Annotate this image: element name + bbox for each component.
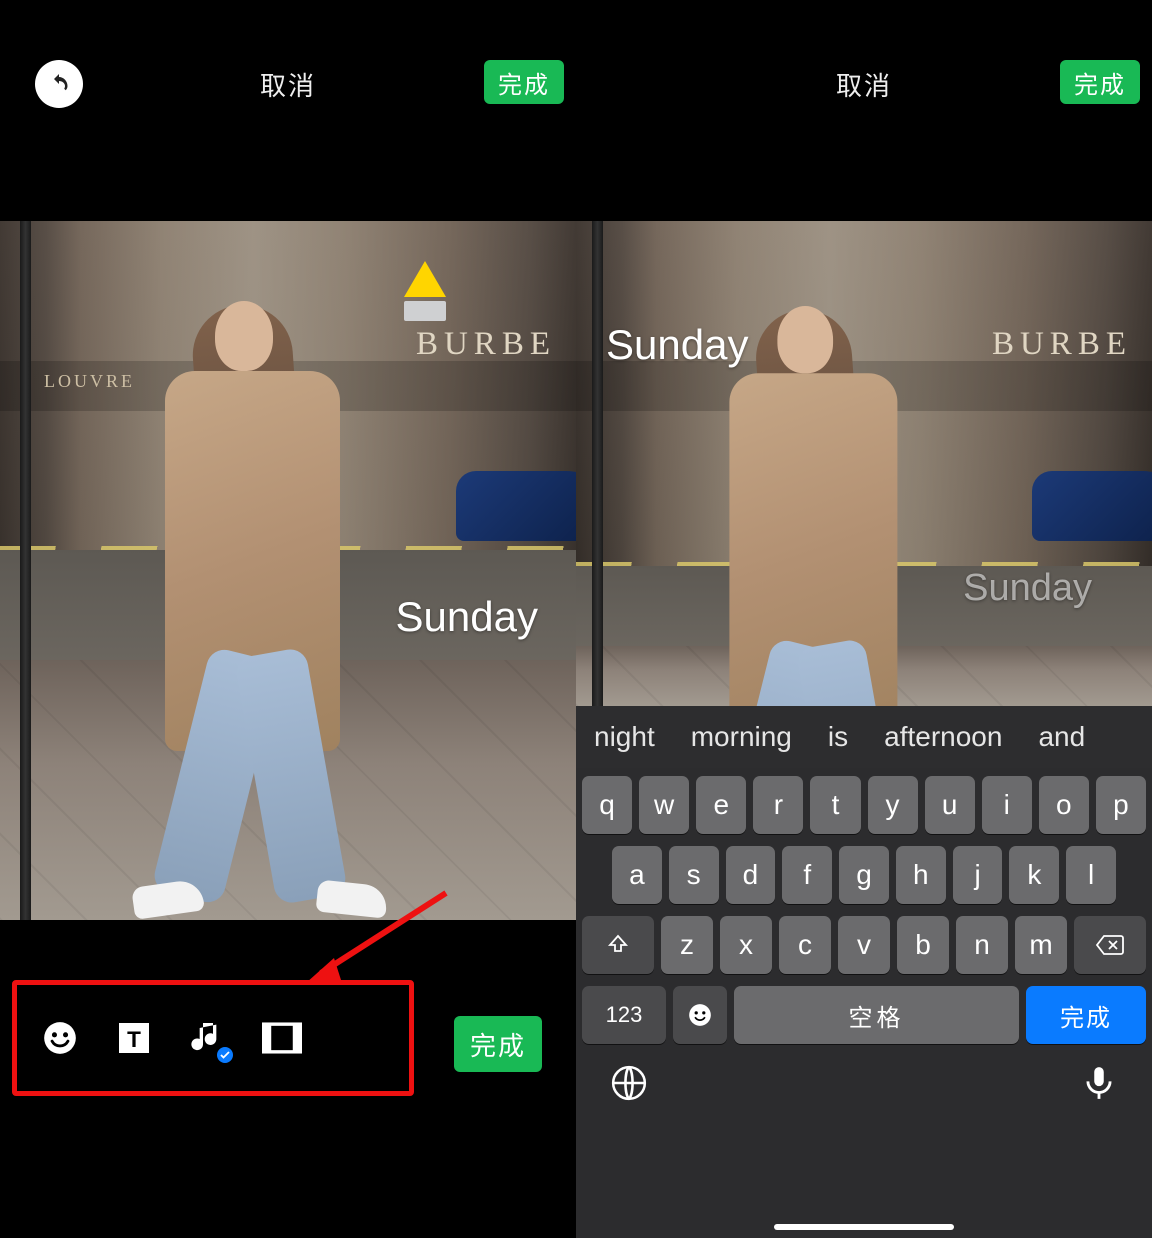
car (456, 471, 576, 541)
key-v[interactable]: v (838, 916, 890, 974)
key-q[interactable]: q (582, 776, 632, 834)
overlay-text-top[interactable]: Sunday (606, 321, 748, 369)
car (1032, 471, 1152, 541)
keyboard-done-key[interactable]: 完成 (1026, 986, 1146, 1044)
key-c[interactable]: c (779, 916, 831, 974)
home-indicator[interactable] (774, 1224, 954, 1230)
backspace-key[interactable] (1074, 916, 1146, 974)
suggestion[interactable]: morning (691, 721, 792, 753)
key-y[interactable]: y (868, 776, 918, 834)
emoji-icon (687, 1002, 713, 1028)
key-d[interactable]: d (726, 846, 776, 904)
annotation-arrow (296, 888, 456, 988)
key-o[interactable]: o (1039, 776, 1089, 834)
key-t[interactable]: t (810, 776, 860, 834)
key-l[interactable]: l (1066, 846, 1116, 904)
key-f[interactable]: f (782, 846, 832, 904)
photo-preview[interactable]: BURBE LOUVRE Sunday (0, 221, 576, 920)
crop-tool[interactable] (261, 1017, 303, 1059)
undo-icon (47, 72, 71, 96)
kb-footer (582, 1056, 1146, 1107)
key-u[interactable]: u (925, 776, 975, 834)
globe-key[interactable] (610, 1064, 648, 1107)
photo-preview[interactable]: BURBE Sunday Sunday T (576, 221, 1152, 706)
mic-key[interactable] (1080, 1064, 1118, 1107)
mic-icon (1080, 1064, 1118, 1102)
suggestion[interactable]: is (828, 721, 848, 753)
lamp-pole (592, 221, 603, 706)
emoji-icon (41, 1019, 79, 1057)
backspace-icon (1095, 934, 1125, 956)
kb-row-1: qwertyuiop (582, 776, 1146, 834)
overlay-text[interactable]: Sunday (396, 593, 538, 641)
text-icon: T (116, 1020, 152, 1056)
key-j[interactable]: j (953, 846, 1003, 904)
key-s[interactable]: s (669, 846, 719, 904)
text-tool[interactable]: T (113, 1017, 155, 1059)
globe-icon (610, 1064, 648, 1102)
edit-toolbar: T (12, 980, 414, 1096)
overlay-text-editing[interactable]: Sunday (963, 567, 1092, 610)
key-m[interactable]: m (1015, 916, 1067, 974)
pedestrian-sign (404, 261, 446, 326)
music-check-badge (217, 1047, 233, 1063)
kb-row-2: asdfghjkl (582, 846, 1146, 904)
cancel-label[interactable]: 取消 (260, 66, 316, 103)
key-p[interactable]: p (1096, 776, 1146, 834)
storefront-sign-left: LOUVRE (44, 371, 135, 392)
done-button[interactable]: 完成 (1060, 60, 1140, 104)
left-screen: 取消 完成 BURBE LOUVRE Sunday (0, 0, 576, 1238)
key-a[interactable]: a (612, 846, 662, 904)
kb-row-3: zxcvbnm (582, 916, 1146, 974)
numbers-key[interactable]: 123 (582, 986, 666, 1044)
keyboard: qwertyuiop asdfghjkl zxcvbnm 123 (576, 768, 1152, 1238)
suggestion[interactable]: night (594, 721, 655, 753)
topbar: 取消 完成 (576, 60, 1152, 108)
suggestion[interactable]: afternoon (884, 721, 1002, 753)
storefront-sign: BURBE (992, 326, 1132, 363)
confirm-button[interactable]: 完成 (454, 1016, 542, 1072)
emoji-tool[interactable] (39, 1017, 81, 1059)
key-z[interactable]: z (661, 916, 713, 974)
done-button[interactable]: 完成 (484, 60, 564, 104)
key-e[interactable]: e (696, 776, 746, 834)
key-h[interactable]: h (896, 846, 946, 904)
emoji-key[interactable] (673, 986, 727, 1044)
key-x[interactable]: x (720, 916, 772, 974)
shift-icon (606, 933, 630, 957)
topbar: 取消 完成 (0, 60, 576, 108)
storefront-sign: BURBE (416, 326, 556, 363)
lamp-pole (20, 221, 31, 920)
right-screen: 取消 完成 BURBE Sunday Sunday T (576, 0, 1152, 1238)
svg-text:T: T (127, 1027, 141, 1052)
suggestion[interactable]: and (1038, 721, 1085, 753)
cancel-label[interactable]: 取消 (836, 66, 892, 103)
back-button[interactable] (35, 60, 83, 108)
key-r[interactable]: r (753, 776, 803, 834)
person-figure (125, 301, 405, 911)
shift-key[interactable] (582, 916, 654, 974)
key-b[interactable]: b (897, 916, 949, 974)
key-w[interactable]: w (639, 776, 689, 834)
key-g[interactable]: g (839, 846, 889, 904)
suggestion-bar: night morning is afternoon and (576, 706, 1152, 768)
music-tool[interactable] (187, 1017, 229, 1059)
crop-icon (262, 1022, 302, 1054)
space-key[interactable]: 空格 (734, 986, 1019, 1044)
key-i[interactable]: i (982, 776, 1032, 834)
key-k[interactable]: k (1009, 846, 1059, 904)
key-n[interactable]: n (956, 916, 1008, 974)
kb-row-bottom: 123 空格 完成 (582, 986, 1146, 1044)
